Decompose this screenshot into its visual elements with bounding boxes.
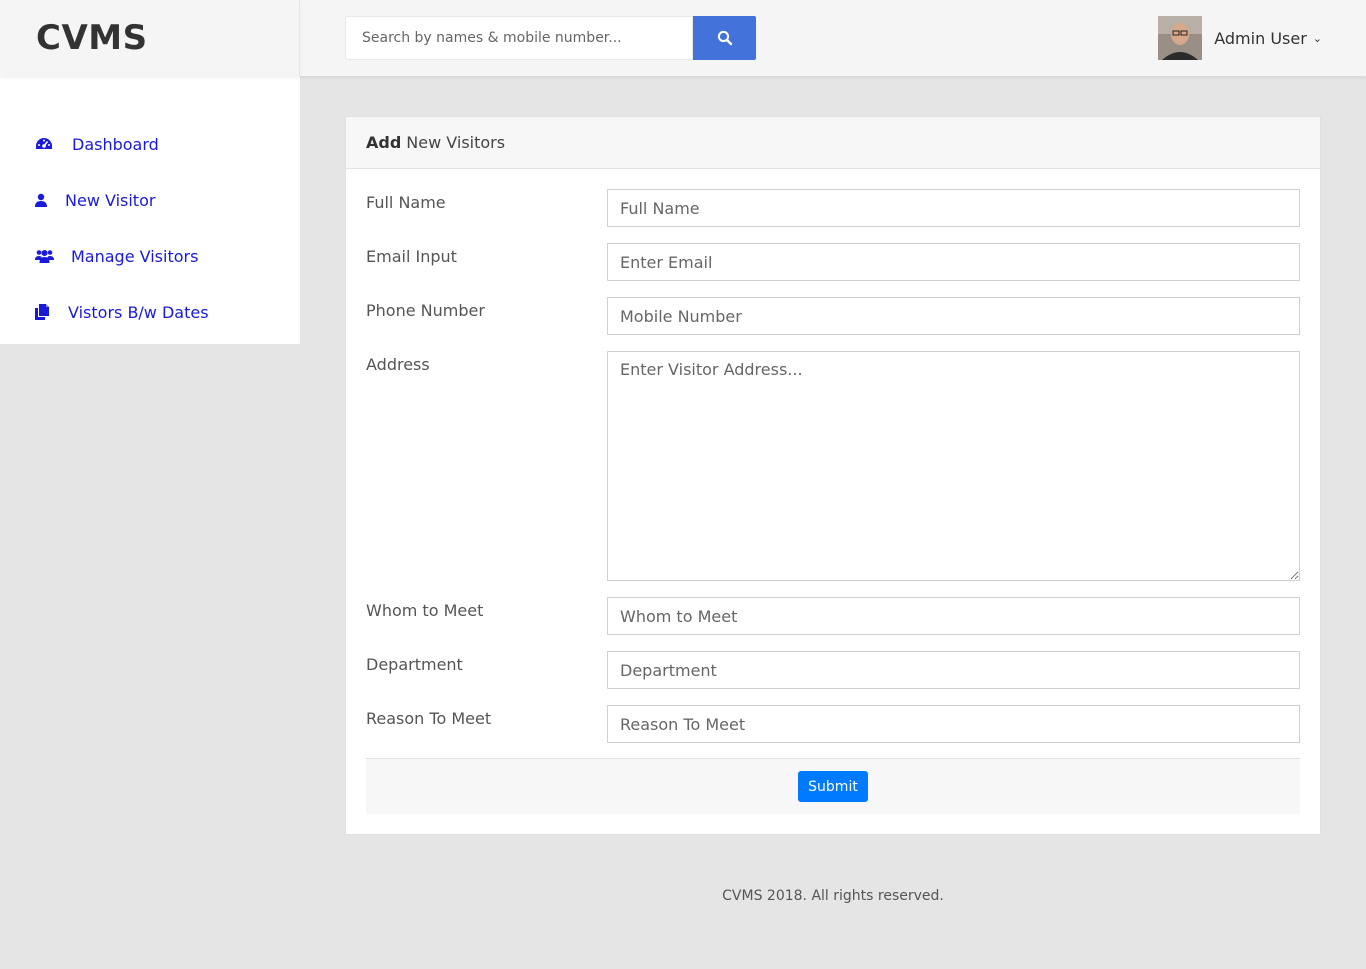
form-row-email: Email Input	[366, 243, 1300, 281]
top-header: Admin User ⌄	[300, 0, 1366, 76]
sidebar-item-label: New Visitor	[65, 190, 156, 210]
form-row-address: Address	[366, 351, 1300, 581]
sidebar-item-label: Manage Visitors	[71, 246, 199, 266]
submit-button[interactable]: Submit	[798, 771, 868, 802]
department-label: Department	[366, 655, 463, 674]
phone-field[interactable]	[607, 297, 1300, 335]
user-name: Admin User	[1214, 28, 1307, 48]
search-input[interactable]	[345, 16, 693, 60]
email-field[interactable]	[607, 243, 1300, 281]
form-row-full-name: Full Name	[366, 189, 1300, 227]
user-icon	[34, 190, 48, 210]
form-footer: Submit	[366, 758, 1300, 814]
full-name-label: Full Name	[366, 193, 446, 212]
card-header: Add New Visitors	[346, 117, 1320, 169]
add-visitor-card: Add New Visitors Full Name Email Input P…	[345, 116, 1321, 835]
form-row-department: Department	[366, 651, 1300, 689]
sidebar-item-label: Dashboard	[72, 134, 159, 154]
user-menu[interactable]: Admin User ⌄	[1158, 16, 1322, 60]
sidebar-item-label: Vistors B/w Dates	[68, 302, 209, 322]
reason-field[interactable]	[607, 705, 1300, 743]
email-label: Email Input	[366, 247, 457, 266]
files-icon	[34, 302, 50, 322]
card-title: New Visitors	[406, 133, 506, 152]
phone-label: Phone Number	[366, 301, 485, 320]
search-icon	[717, 30, 732, 46]
copyright-footer: CVMS 2018. All rights reserved.	[722, 888, 944, 904]
search-bar	[345, 16, 756, 60]
whom-to-meet-field[interactable]	[607, 597, 1300, 635]
sidebar-item-new-visitor[interactable]: New Visitor	[0, 172, 300, 228]
avatar	[1158, 16, 1203, 60]
users-icon	[34, 246, 54, 266]
logo-container: CVMS	[0, 0, 300, 76]
address-field[interactable]	[607, 351, 1300, 581]
app-logo[interactable]: CVMS	[36, 18, 148, 58]
form-row-whom-to-meet: Whom to Meet	[366, 597, 1300, 635]
whom-to-meet-label: Whom to Meet	[366, 601, 484, 620]
card-title-bold: Add	[366, 133, 402, 152]
sidebar: Dashboard New Visitor Manage Visitors Vi…	[0, 76, 300, 344]
address-label: Address	[366, 355, 430, 374]
form-row-reason: Reason To Meet	[366, 705, 1300, 743]
full-name-field[interactable]	[607, 189, 1300, 227]
search-button[interactable]	[693, 16, 756, 60]
form-row-phone: Phone Number	[366, 297, 1300, 335]
dashboard-icon	[34, 134, 54, 154]
reason-label: Reason To Meet	[366, 709, 492, 728]
sidebar-item-manage-visitors[interactable]: Manage Visitors	[0, 228, 300, 284]
sidebar-item-visitors-between-dates[interactable]: Vistors B/w Dates	[0, 284, 300, 340]
sidebar-item-dashboard[interactable]: Dashboard	[0, 116, 300, 172]
visitor-form: Full Name Email Input Phone Number Addre…	[346, 169, 1320, 743]
chevron-down-icon: ⌄	[1312, 31, 1322, 45]
department-field[interactable]	[607, 651, 1300, 689]
